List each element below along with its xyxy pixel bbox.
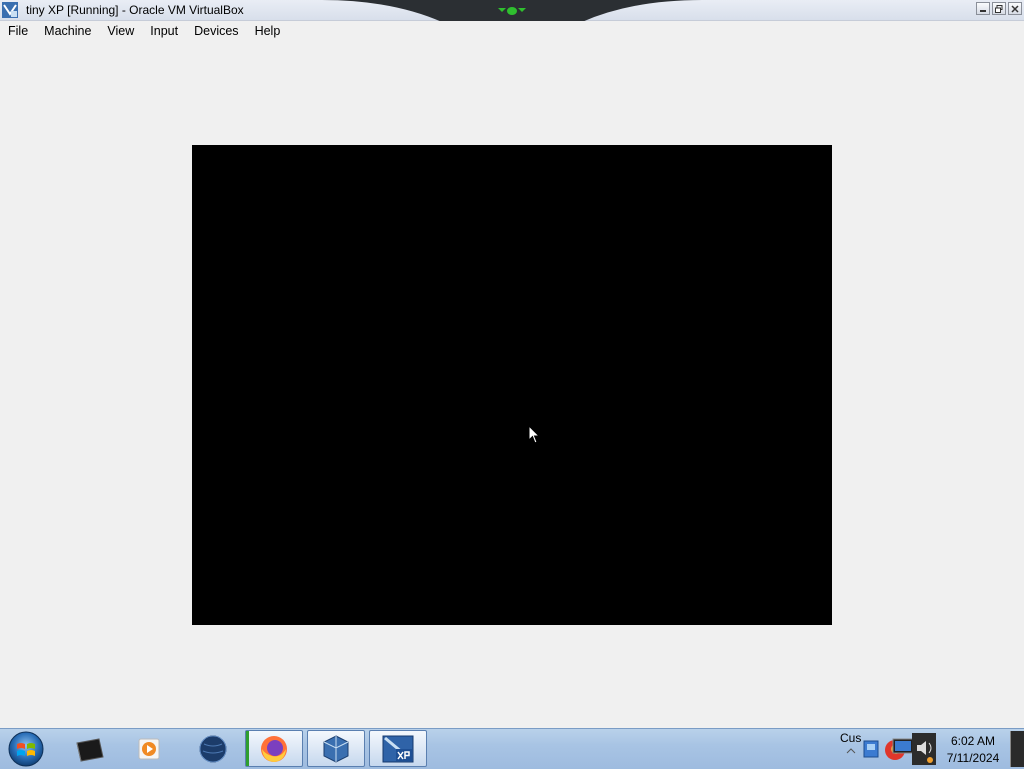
taskbar: Cus 6:02 AM 7/11/2024 <box>0 728 1024 769</box>
network-icon[interactable] <box>862 735 882 763</box>
clock-time: 6:02 AM <box>950 734 996 748</box>
menu-file[interactable]: File <box>0 21 36 41</box>
minimize-icon <box>980 9 986 12</box>
menu-help[interactable]: Help <box>247 21 289 41</box>
window-controls <box>976 2 1022 15</box>
mouse-cursor-icon <box>528 425 540 444</box>
restore-icon <box>995 4 1003 13</box>
taskbar-app-firefox[interactable] <box>245 730 303 767</box>
guest-display[interactable] <box>192 145 832 625</box>
menu-devices[interactable]: Devices <box>186 21 246 41</box>
tray-arrow-icon[interactable] <box>846 747 856 755</box>
virtualbox-icon <box>323 734 349 763</box>
window-title: tiny XP [Running] - Oracle VM VirtualBox <box>26 3 244 17</box>
clock-date: 7/11/2024 <box>946 751 1000 765</box>
globe-icon <box>199 735 227 762</box>
media-player-icon <box>138 738 160 759</box>
minimize-button[interactable] <box>976 2 990 15</box>
close-icon <box>1011 4 1019 13</box>
taskbar-app-xp[interactable] <box>369 730 427 767</box>
system-tray: Cus <box>838 729 938 769</box>
firefox-icon <box>261 735 287 762</box>
taskbar-app-virtualbox[interactable] <box>307 730 365 767</box>
menu-machine[interactable]: Machine <box>36 21 99 41</box>
menu-bar: File Machine View Input Devices Help <box>0 21 1024 41</box>
title-bar: tiny XP [Running] - Oracle VM VirtualBox <box>0 0 1024 30</box>
tray-label: Cus <box>840 731 862 745</box>
speaker-icon[interactable] <box>912 733 936 765</box>
taskbar-app-media[interactable] <box>120 730 178 767</box>
show-desktop-button[interactable] <box>1010 731 1024 767</box>
clock[interactable]: 6:02 AM 7/11/2024 <box>940 733 1006 767</box>
taskbar-app-globe[interactable] <box>184 730 242 767</box>
active-indicator <box>246 731 249 766</box>
virtualbox-window-icon <box>2 2 18 18</box>
windows-orb-icon[interactable] <box>6 731 46 767</box>
menu-input[interactable]: Input <box>142 21 186 41</box>
menu-view[interactable]: View <box>99 21 142 41</box>
taskbar-app-terminal[interactable] <box>60 730 118 767</box>
monitor-icon[interactable] <box>892 735 914 759</box>
terminal-box-icon <box>76 737 104 762</box>
restore-button[interactable] <box>992 2 1006 15</box>
xp-icon <box>382 735 414 762</box>
close-button[interactable] <box>1008 2 1022 15</box>
